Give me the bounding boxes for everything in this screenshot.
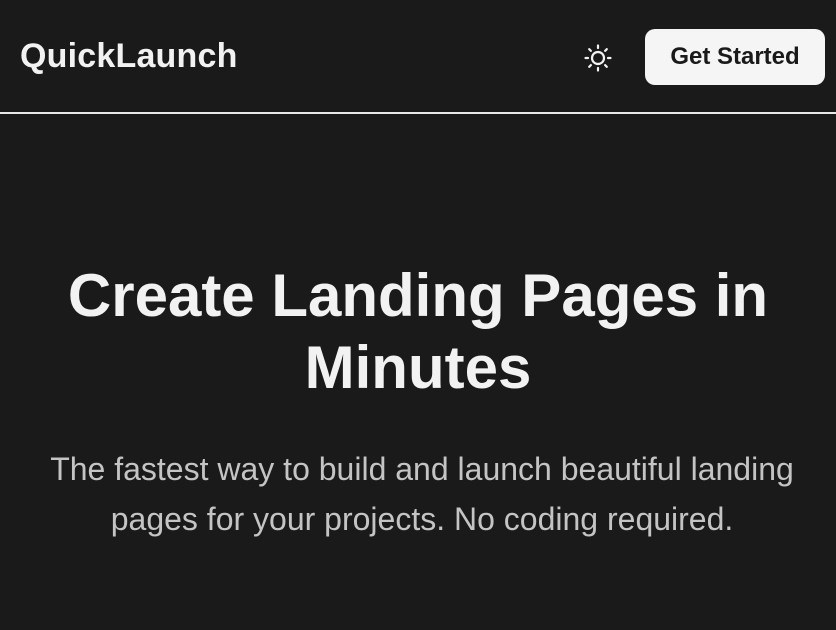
site-header: QuickLaunch Get Started: [0, 0, 836, 114]
hero-title: Create Landing Pages in Minutes: [67, 262, 769, 401]
theme-toggle-button[interactable]: [578, 38, 618, 78]
hero-subtitle: The fastest way to build and launch beau…: [50, 451, 794, 537]
brand-logo[interactable]: QuickLaunch: [20, 36, 238, 76]
landing-page: QuickLaunch Get Started Create Landing P…: [0, 0, 836, 630]
sun-icon: [584, 44, 612, 72]
get-started-button[interactable]: Get Started: [645, 29, 825, 85]
